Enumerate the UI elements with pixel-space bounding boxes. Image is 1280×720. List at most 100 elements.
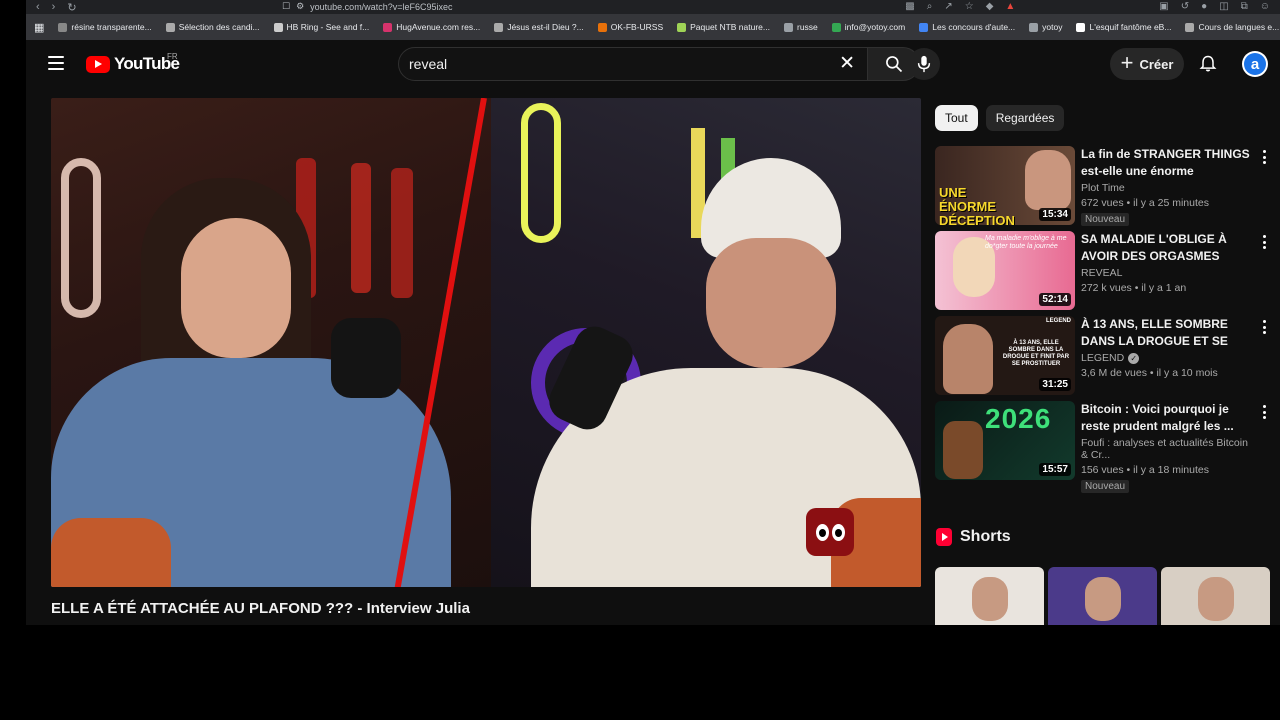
bookmark-item[interactable]: info@yotoy.com [831,22,906,32]
more-options-icon[interactable] [1258,318,1270,336]
create-button[interactable]: + Créer [1110,48,1184,80]
recommendation-meta: Bitcoin : Voici pourquoi je reste pruden… [1081,401,1256,493]
bookmark-item[interactable]: Les concours d'aute... [919,22,1015,32]
video-player[interactable] [51,98,921,587]
short-thumbnail[interactable] [935,567,1044,625]
bookmark-item[interactable]: OK-FB-URSS [597,22,663,32]
back-icon[interactable]: ‹ [36,1,40,14]
recommendation-title[interactable]: Bitcoin : Voici pourquoi je reste pruden… [1081,401,1256,435]
extension-icon-2[interactable]: ▲ [1005,1,1015,12]
clear-search-icon[interactable]: ✕ [839,54,855,73]
voice-search-button[interactable] [908,48,940,80]
chip-all[interactable]: Tout [935,105,978,131]
apps-grid-icon[interactable]: ▦ [34,21,44,34]
forward-icon[interactable]: › [52,1,56,14]
duration-badge: 31:25 [1039,378,1071,391]
recommendation-item[interactable]: Ma maladie m'oblige à me do*gter toute l… [935,231,1270,316]
recommendation-title[interactable]: SA MALADIE L'OBLIGE À AVOIR DES ORGASMES… [1081,231,1256,265]
youtube-logo[interactable]: YouTube [86,54,180,74]
plus-icon: + [1120,50,1134,75]
short-thumbnail[interactable] [1048,567,1157,625]
bookmark-item[interactable]: L'esquif fantôme eB... [1076,22,1171,32]
sidebar-icon[interactable]: ◫ [1219,1,1228,12]
shorts-row [935,567,1270,625]
bookmark-star-icon[interactable]: ☐ [282,1,290,12]
bookmark-item[interactable]: Sélection des candi... [165,22,260,32]
profile-icon[interactable]: ☺ [1260,1,1270,12]
site-info-icon[interactable]: ⚙ [296,1,304,12]
channel-name[interactable]: REVEAL [1081,267,1122,279]
browser-toolbar-icons: ▩ ⌕ ↗ ☆ ◆ ▲ ▣ ↺ ● ◫ ⧉ ☺ [905,0,1270,13]
recommendation-item[interactable]: UNE ÉNORME DÉCEPTION ? 15:34 La fin de STR… [935,146,1270,231]
address-bar[interactable]: ☐ ⚙ youtube.com/watch?v=leF6C95ixec [282,0,900,13]
avatar[interactable]: a [1242,51,1268,77]
menu-icon[interactable] [48,56,64,70]
history-icon[interactable]: ↺ [1181,1,1189,12]
bookmark-label: HugAvenue.com res... [396,22,481,32]
duration-badge: 52:14 [1039,293,1071,306]
notifications-bell-icon[interactable] [1198,54,1218,74]
recommendation-title[interactable]: À 13 ANS, ELLE SOMBRE DANS LA DROGUE ET … [1081,316,1256,350]
recommendation-item[interactable]: 2026 15:57 Bitcoin : Voici pourquoi je res… [935,401,1270,493]
video-title: ELLE A ÉTÉ ATTACHÉE AU PLAFOND ??? - Int… [51,600,470,617]
translate-icon[interactable]: ● [1201,1,1207,12]
reload-icon[interactable]: ↻ [67,1,76,14]
bookmark-label: info@yotoy.com [844,22,906,32]
bookmark-item[interactable]: Paquet NTB nature... [677,22,770,32]
bookmark-favicon-icon [831,22,841,32]
bookmark-item[interactable]: russe [784,22,818,32]
bookmark-item[interactable]: résine transparente... [58,22,152,32]
channel-name[interactable]: Foufi : analyses et actualités Bitcoin &… [1081,437,1256,461]
zoom-icon[interactable]: ⌕ [927,1,933,12]
copy-icon[interactable]: ⧉ [1241,1,1248,12]
channel-name[interactable]: Plot Time [1081,182,1125,194]
bookmark-favicon-icon [677,22,687,32]
search-input[interactable] [409,56,809,72]
bookmark-favicon-icon [383,22,393,32]
video-thumbnail[interactable]: Ma maladie m'oblige à me do*gter toute l… [935,231,1075,310]
shorts-header: Shorts [936,528,1011,546]
more-options-icon[interactable] [1258,403,1270,421]
channel-name[interactable]: LEGEND [1081,352,1124,364]
recommendation-title[interactable]: La fin de STRANGER THINGS est-elle une é… [1081,146,1256,180]
more-options-icon[interactable] [1258,148,1270,166]
short-thumbnail[interactable] [1161,567,1270,625]
video-thumbnail[interactable]: LEGEND À 13 ANS, ELLE SOMBRE DANS LA DROG… [935,316,1075,395]
bookmark-item[interactable]: Jésus est-il Dieu ?... [494,22,584,32]
bookmarks-bar: ▦ résine transparente... Sélection des ca… [26,14,1280,40]
bookmark-label: HB Ring - See and f... [286,22,370,32]
microphone-icon [917,55,931,73]
recommendation-list: UNE ÉNORME DÉCEPTION ? 15:34 La fin de STR… [935,146,1270,493]
tab-search-icon[interactable]: ▣ [1159,1,1168,12]
bookmark-label: Les concours d'aute... [932,22,1016,32]
recommendation-item[interactable]: LEGEND À 13 ANS, ELLE SOMBRE DANS LA DROG… [935,316,1270,401]
video-thumbnail[interactable]: 2026 15:57 [935,401,1075,480]
star-icon[interactable]: ☆ [965,1,974,12]
more-options-icon[interactable] [1258,233,1270,251]
thumbnail-corner-label: LEGEND [1045,318,1071,324]
bookmark-label: Paquet NTB nature... [690,22,770,32]
bookmark-favicon-icon [58,22,68,32]
bookmark-label: résine transparente... [71,22,152,32]
extension-icon[interactable]: ◆ [986,1,994,12]
bookmark-favicon-icon [919,22,929,32]
view-stats: 672 vues • il y a 25 minutes [1081,197,1209,209]
video-thumbnail[interactable]: UNE ÉNORME DÉCEPTION ? 15:34 [935,146,1075,225]
bookmark-item[interactable]: yotoy [1029,22,1062,32]
bookmark-label: Cours de langues e... [1198,22,1280,32]
bookmark-label: Jésus est-il Dieu ?... [507,22,584,32]
duration-badge: 15:34 [1039,208,1071,221]
bookmark-favicon-icon [494,22,504,32]
bookmark-item[interactable]: HugAvenue.com res... [383,22,480,32]
browser-nav: ‹ › ↻ [36,1,77,14]
share-icon[interactable]: ↗ [944,1,952,12]
bookmark-item[interactable]: HB Ring - See and f... [273,22,370,32]
channel-name-row: Plot Time [1081,182,1256,194]
thumbnail-text: Ma maladie m'oblige à me do*gter toute l… [985,235,1067,250]
bookmark-item[interactable]: Cours de langues e... [1185,22,1279,32]
bookmark-favicon-icon [597,22,607,32]
cast-icon[interactable]: ▩ [905,1,914,12]
youtube-page: YouTube FR ✕ + Créer a [26,40,1280,625]
chip-watched[interactable]: Regardées [985,105,1065,131]
video-frame-right [491,98,921,587]
